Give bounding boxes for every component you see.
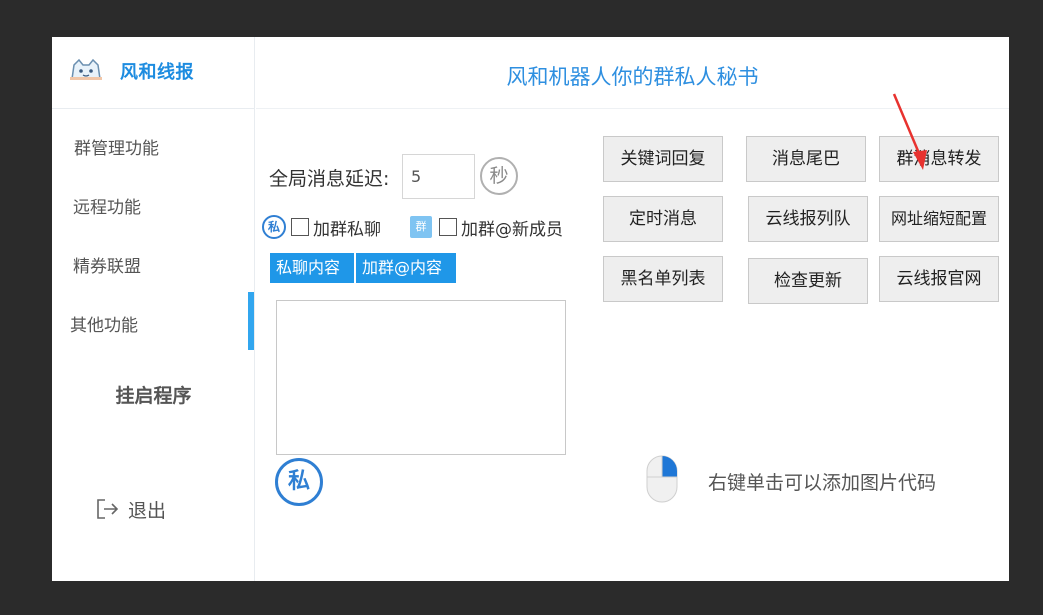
logo-text: 风和线报 <box>120 62 194 83</box>
private-icon[interactable]: 私 <box>275 458 323 506</box>
sidebar-item-label: 群管理功能 <box>74 139 159 159</box>
seconds-badge[interactable]: 秒 <box>480 157 518 195</box>
sidebar-item-label: 其他功能 <box>70 316 138 336</box>
logout-label: 退出 <box>128 500 167 522</box>
sidebar-item-coupon-alliance[interactable]: 精券联盟 <box>52 243 255 283</box>
join-group-private-chat-label: 加群私聊 <box>313 220 381 240</box>
keyword-reply-button[interactable]: 关键词回复 <box>603 136 723 182</box>
url-shortener-config-button[interactable]: 网址缩短配置 <box>879 196 999 242</box>
active-indicator <box>248 292 254 350</box>
logout-icon <box>97 499 119 519</box>
page-title: 风和机器人你的群私人秘书 <box>506 65 759 89</box>
check-update-button[interactable]: 检查更新 <box>748 258 868 304</box>
group-icon: 群 <box>410 216 432 238</box>
sidebar-item-other[interactable]: 其他功能 <box>52 292 255 350</box>
message-tail-button[interactable]: 消息尾巴 <box>746 136 866 182</box>
tab-mention-content[interactable]: 加群@内容 <box>356 253 456 283</box>
hang-program-button[interactable]: 挂启程序 <box>52 381 255 419</box>
sidebar-item-label: 精券联盟 <box>73 257 141 277</box>
app-window: 风和线报 群管理功能 远程功能 精券联盟 其他功能 挂启程序 退出 风和机器人你… <box>52 37 1009 581</box>
official-website-button[interactable]: 云线报官网 <box>879 256 999 302</box>
join-group-mention-label: 加群@新成员 <box>461 220 563 240</box>
right-click-hint: 右键单击可以添加图片代码 <box>708 472 937 494</box>
sidebar: 风和线报 群管理功能 远程功能 精券联盟 其他功能 挂启程序 退出 <box>52 37 255 581</box>
sidebar-item-remote[interactable]: 远程功能 <box>52 184 255 224</box>
content-textarea[interactable] <box>276 300 566 455</box>
robot-cat-icon <box>70 58 102 80</box>
tab-private-content[interactable]: 私聊内容 <box>270 253 354 283</box>
scheduled-message-button[interactable]: 定时消息 <box>603 196 723 242</box>
sidebar-item-group-management[interactable]: 群管理功能 <box>52 125 255 165</box>
join-group-mention-checkbox[interactable] <box>439 218 457 236</box>
red-arrow-annotation <box>892 93 927 170</box>
private-chat-icon: 私 <box>262 215 286 239</box>
delay-label: 全局消息延迟: <box>269 168 390 190</box>
delay-input[interactable] <box>402 154 475 199</box>
sidebar-item-label: 远程功能 <box>73 198 141 218</box>
join-group-private-chat-checkbox[interactable] <box>291 218 309 236</box>
blacklist-button[interactable]: 黑名单列表 <box>603 256 723 302</box>
logo: 风和线报 <box>52 37 255 109</box>
cloud-queue-button[interactable]: 云线报列队 <box>748 196 868 242</box>
mouse-icon <box>646 455 678 503</box>
